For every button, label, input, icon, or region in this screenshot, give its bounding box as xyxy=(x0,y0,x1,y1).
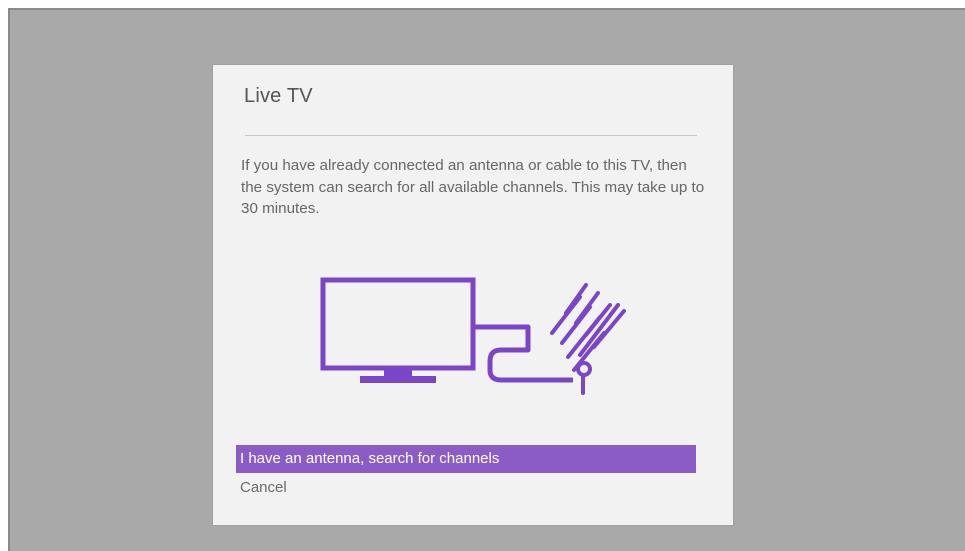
tv-screen-shape xyxy=(320,277,476,371)
dialog-message: If you have already connected an antenna… xyxy=(241,157,705,217)
live-tv-dialog: Live TV If you have already connected an… xyxy=(213,65,733,525)
search-channels-button[interactable]: I have an antenna, search for channels xyxy=(236,445,696,473)
cancel-button[interactable]: Cancel xyxy=(236,475,696,501)
tv-screen-background: Live TV If you have already connected an… xyxy=(8,8,965,551)
tv-stand-neck xyxy=(384,368,412,376)
antenna-cable xyxy=(473,324,573,383)
dialog-options: I have an antenna, search for channels C… xyxy=(236,445,696,501)
title-divider xyxy=(245,135,697,136)
dialog-title: Live TV xyxy=(244,85,313,107)
antenna-shape xyxy=(550,283,626,395)
tv-stand-base xyxy=(360,376,436,383)
tv-antenna-illustration-icon xyxy=(320,277,626,395)
